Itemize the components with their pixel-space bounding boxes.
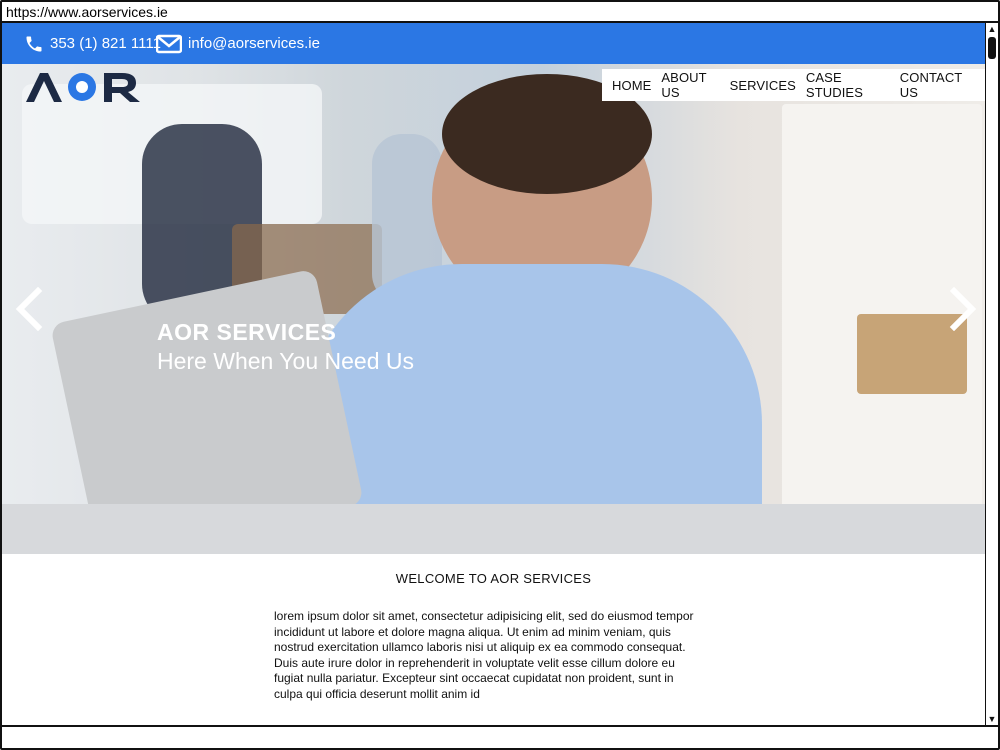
chevron-right-icon xyxy=(949,286,977,332)
nav-about-us[interactable]: ABOUT US xyxy=(661,70,719,100)
nav-home[interactable]: HOME xyxy=(612,78,651,93)
hero-title: AOR SERVICES xyxy=(157,319,337,345)
hero-slider: HOME ABOUT US SERVICES CASE STUDIES CONT… xyxy=(2,64,985,554)
phone-icon xyxy=(26,36,42,51)
hero-subtitle: Here When You Need Us xyxy=(157,348,414,374)
envelope-icon xyxy=(156,34,182,53)
email-contact[interactable]: info@aorservices.ie xyxy=(156,23,320,64)
welcome-heading: WELCOME TO AOR SERVICES xyxy=(395,571,592,586)
vertical-scrollbar[interactable]: ▲ ▼ xyxy=(985,23,998,725)
slider-prev-button[interactable] xyxy=(10,286,50,332)
hero-caption: AOR SERVICES Here When You Need Us xyxy=(157,319,414,375)
status-bar xyxy=(2,725,998,748)
phone-contact[interactable]: 353 (1) 821 1111 xyxy=(24,23,161,64)
slider-next-button[interactable] xyxy=(942,286,982,332)
address-url[interactable]: https://www.aorservices.ie xyxy=(6,4,168,20)
nav-contact-us[interactable]: CONTACT US xyxy=(900,70,973,100)
page-viewport: 353 (1) 821 1111 info@aorservices.ie HOM… xyxy=(2,23,985,725)
nav-services[interactable]: SERVICES xyxy=(730,78,796,93)
nav-case-studies[interactable]: CASE STUDIES xyxy=(806,70,890,100)
scroll-down-arrow-icon[interactable]: ▼ xyxy=(986,713,998,725)
welcome-body: lorem ipsum dolor sit amet, consectetur … xyxy=(274,609,694,701)
email-address: info@aorservices.ie xyxy=(188,35,320,52)
address-bar[interactable]: https://www.aorservices.ie xyxy=(2,2,998,23)
scroll-thumb[interactable] xyxy=(988,37,996,59)
main-nav: HOME ABOUT US SERVICES CASE STUDIES CONT… xyxy=(602,69,985,101)
chevron-left-icon xyxy=(15,286,43,332)
scroll-up-arrow-icon[interactable]: ▲ xyxy=(986,23,998,35)
phone-number: 353 (1) 821 1111 xyxy=(50,35,161,52)
desk-surface xyxy=(2,504,985,554)
aor-logo[interactable] xyxy=(24,70,144,104)
contact-bar: 353 (1) 821 1111 info@aorservices.ie xyxy=(2,23,985,64)
